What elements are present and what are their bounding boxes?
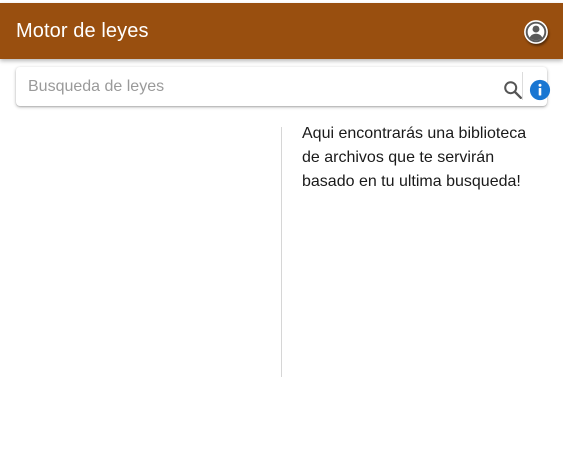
app-root: Motor de leyes Aqu bbox=[0, 0, 563, 469]
account-button[interactable] bbox=[523, 19, 549, 45]
app-title: Motor de leyes bbox=[16, 19, 149, 42]
info-button[interactable] bbox=[529, 79, 551, 101]
app-bar: Motor de leyes bbox=[0, 3, 563, 59]
search-input[interactable] bbox=[16, 67, 496, 106]
search-icon bbox=[504, 81, 522, 99]
vertical-divider bbox=[281, 127, 282, 377]
info-icon bbox=[529, 79, 551, 101]
search-bar bbox=[16, 67, 551, 106]
search-divider bbox=[522, 72, 523, 100]
results-pane bbox=[16, 127, 281, 377]
search-button[interactable] bbox=[502, 79, 524, 101]
library-message: Aqui encontrarás una biblioteca de archi… bbox=[302, 125, 527, 190]
account-circle-icon bbox=[524, 20, 548, 44]
